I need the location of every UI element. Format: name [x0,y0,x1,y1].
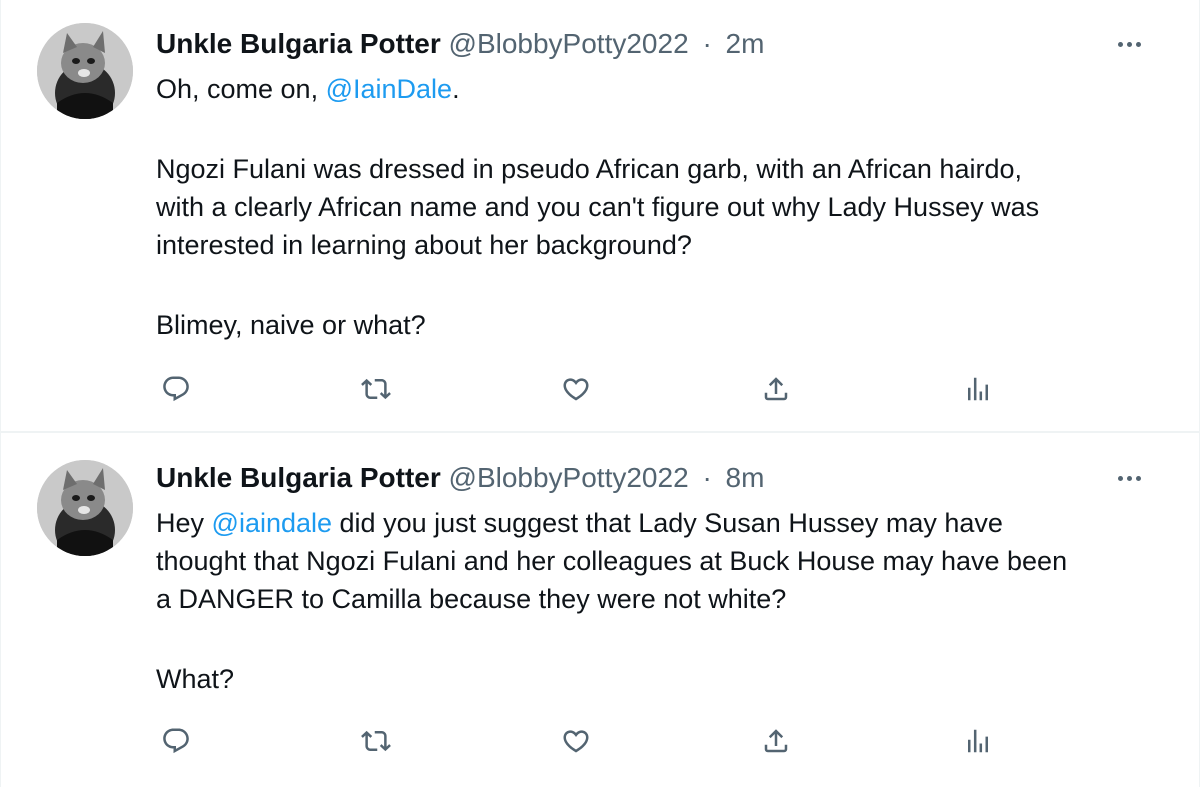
share-button[interactable] [756,369,796,409]
text-line: interested in learning about her backgro… [156,230,692,260]
tweet[interactable]: Unkle Bulgaria Potter @BlobbyPotty2022 ·… [1,433,1200,787]
reply-icon [163,376,189,402]
text-line: a DANGER to Camilla because they were no… [156,584,787,614]
tweet-header: Unkle Bulgaria Potter @BlobbyPotty2022 ·… [156,461,764,495]
author-name[interactable]: Unkle Bulgaria Potter [156,28,441,59]
cat-photo-avatar [37,23,133,119]
avatar[interactable] [37,23,133,119]
tweet-text: Oh, come on, @IainDale. Ngozi Fulani was… [156,70,1166,344]
text-segment: . [452,74,460,104]
action-bar [156,721,1006,761]
analytics-icon [968,377,988,401]
more-dots-icon [1135,475,1141,481]
tweet-feed: Unkle Bulgaria Potter @BlobbyPotty2022 ·… [0,0,1200,787]
tweet-text: Hey @iaindale did you just suggest that … [156,504,1166,698]
like-button[interactable] [556,369,596,409]
retweet-icon [361,378,391,400]
like-button[interactable] [556,721,596,761]
analytics-button[interactable] [958,721,998,761]
retweet-button[interactable] [356,369,396,409]
timestamp[interactable]: 8m [726,462,765,493]
author-handle[interactable]: @BlobbyPotty2022 [449,462,689,493]
text-segment: Hey [156,508,212,538]
mention-link[interactable]: @iaindale [212,508,333,538]
heart-icon [563,378,589,401]
text-line: Ngozi Fulani was dressed in pseudo Afric… [156,154,1022,184]
avatar[interactable] [37,460,133,556]
share-button[interactable] [756,721,796,761]
analytics-button[interactable] [958,369,998,409]
more-dots-icon [1117,41,1123,47]
tweet[interactable]: Unkle Bulgaria Potter @BlobbyPotty2022 ·… [1,0,1200,433]
text-line: with a clearly African name and you can'… [156,192,1040,222]
share-icon [764,729,788,753]
separator: · [702,28,712,59]
separator: · [702,462,712,493]
mention-link[interactable]: @IainDale [326,74,452,104]
analytics-icon [968,729,988,753]
more-dots-icon [1126,475,1132,481]
retweet-button[interactable] [356,721,396,761]
reply-button[interactable] [156,721,196,761]
reply-icon [163,728,189,754]
action-bar [156,369,1006,409]
more-dots-icon [1126,41,1132,47]
timestamp[interactable]: 2m [726,28,765,59]
text-segment: did you just suggest that Lady Susan Hus… [332,508,1003,538]
share-icon [764,377,788,401]
text-line: Oh, come on, @IainDale. [156,70,1166,108]
text-segment: Oh, come on, [156,74,326,104]
text-line: What? [156,664,235,694]
more-options-button[interactable] [1109,29,1149,59]
cat-photo-avatar [37,460,133,556]
more-dots-icon [1135,41,1141,47]
author-handle[interactable]: @BlobbyPotty2022 [449,28,689,59]
retweet-icon [361,730,391,752]
author-name[interactable]: Unkle Bulgaria Potter [156,462,441,493]
text-line: thought that Ngozi Fulani and her collea… [156,546,1068,576]
text-line: Blimey, naive or what? [156,310,426,340]
heart-icon [563,730,589,753]
more-dots-icon [1117,475,1123,481]
tweet-header: Unkle Bulgaria Potter @BlobbyPotty2022 ·… [156,27,764,61]
text-line: Hey @iaindale did you just suggest that … [156,504,1166,542]
reply-button[interactable] [156,369,196,409]
more-options-button[interactable] [1109,463,1149,493]
